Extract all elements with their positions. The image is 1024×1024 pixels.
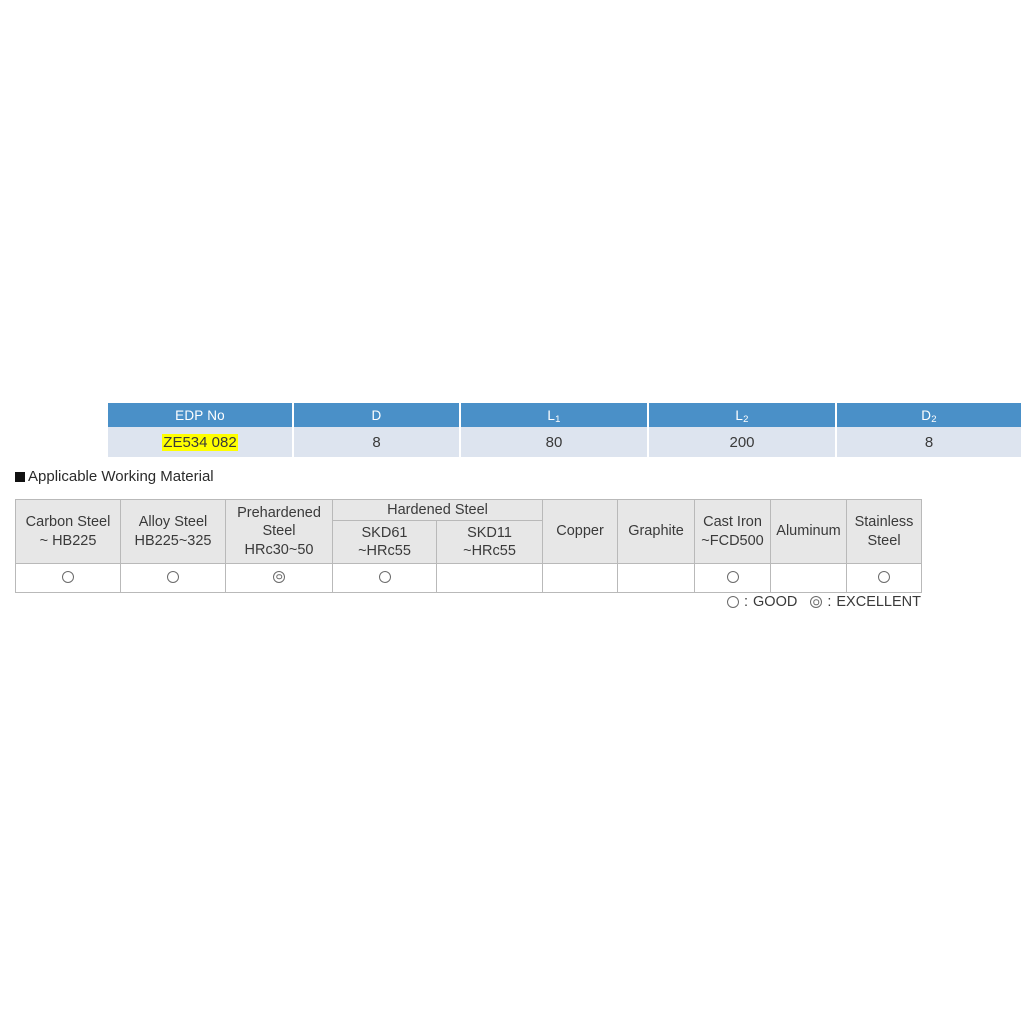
rating-cell-carbon-steel (15, 563, 121, 593)
rating-cell-graphite (617, 563, 696, 593)
material-section-heading: Applicable Working Material (15, 468, 214, 485)
legend-excellent-label: EXCELLENT (836, 594, 921, 610)
circle-outline-icon (62, 570, 74, 583)
spec-header-d2-sub: 2 (931, 413, 937, 425)
aluminum-line1: Aluminum (776, 523, 841, 540)
legend-excellent: : EXCELLENT (810, 594, 921, 610)
material-header-graphite: Graphite (617, 499, 696, 564)
applicable-working-material-table: Carbon Steel ~ HB225 Alloy Steel HB225~3… (15, 499, 923, 593)
circle-outline-icon (878, 570, 891, 583)
skd11-line1: SKD11 (467, 524, 512, 541)
material-header-copper: Copper (542, 499, 619, 564)
spec-header-l1-label: L (547, 407, 556, 423)
prehardened-steel-line3: HRc30~50 (244, 541, 314, 558)
material-header-aluminum: Aluminum (770, 499, 848, 564)
material-header-skd61: SKD61 ~HRc55 (332, 520, 437, 564)
material-header-carbon-steel: Carbon Steel ~ HB225 (15, 499, 121, 564)
stainless-steel-line1: Stainless (854, 514, 914, 531)
material-header-stainless-steel: Stainless Steel (846, 499, 923, 564)
circle-outline-icon (726, 570, 739, 583)
material-header-hardened-steel-group: Hardened Steel (331, 499, 544, 521)
material-section-heading-label: Applicable Working Material (28, 468, 214, 485)
prehardened-steel-line2: Steel (262, 523, 296, 540)
double-circle-icon (273, 570, 285, 583)
legend-excellent-separator: : (827, 594, 832, 610)
spec-cell-l2: 200 (648, 427, 837, 457)
spec-header-d2-label: D (921, 407, 932, 423)
prehardened-steel-line1: Prehardened (237, 505, 321, 522)
copper-line1: Copper (556, 523, 604, 540)
spec-table-header-row: EDP No D L1 L2 D2 (108, 403, 1021, 427)
rating-cell-cast-iron (694, 563, 772, 593)
spec-cell-d2: 8 (836, 427, 1021, 457)
carbon-steel-line2: ~ HB225 (39, 532, 97, 549)
spec-header-d-label: D (371, 407, 382, 423)
circle-outline-icon (167, 570, 179, 583)
rating-cell-skd11 (435, 563, 544, 593)
cast-iron-line2: ~FCD500 (701, 532, 764, 549)
spec-cell-d: 8 (293, 427, 461, 457)
carbon-steel-line1: Carbon Steel (25, 514, 111, 531)
spec-header-d: D (293, 403, 461, 427)
rating-legend: : GOOD : EXCELLENT (727, 594, 921, 610)
spec-cell-l1: 80 (460, 427, 649, 457)
rating-cell-aluminum (770, 563, 848, 593)
filled-square-bullet-icon (15, 471, 25, 482)
spec-header-l2: L2 (648, 403, 837, 427)
rating-cell-skd61 (332, 563, 437, 593)
alloy-steel-line1: Alloy Steel (138, 514, 208, 531)
spec-header-l2-label: L (735, 407, 744, 423)
alloy-steel-line2: HB225~325 (134, 532, 212, 549)
skd61-line1: SKD61 (361, 524, 408, 541)
cast-iron-line1: Cast Iron (703, 514, 762, 531)
material-rating-row (15, 563, 923, 593)
circle-outline-icon (378, 570, 391, 583)
spec-table-row: ZE534 082 8 80 200 8 (108, 427, 1021, 457)
rating-cell-alloy-steel (120, 563, 226, 593)
material-header-skd11: SKD11 ~HRc55 (435, 520, 544, 564)
double-circle-icon (810, 596, 823, 608)
specification-table: EDP No D L1 L2 D2 ZE534 082 8 80 200 8 (108, 403, 1021, 457)
spec-header-l1: L1 (460, 403, 649, 427)
skd11-line2: ~HRc55 (463, 543, 516, 559)
material-header-row-top: Carbon Steel ~ HB225 Alloy Steel HB225~3… (15, 499, 923, 564)
material-header-prehardened-steel: Prehardened Steel HRc30~50 (225, 499, 333, 564)
spec-header-l2-sub: 2 (743, 413, 749, 425)
material-header-cast-iron: Cast Iron ~FCD500 (694, 499, 772, 564)
rating-cell-stainless-steel (846, 563, 923, 593)
legend-good-label: GOOD (753, 594, 798, 610)
stainless-steel-line2: Steel (867, 532, 901, 549)
edp-no-value-highlighted: ZE534 082 (162, 433, 238, 451)
circle-outline-icon (727, 596, 739, 608)
skd61-line2: ~HRc55 (358, 543, 411, 559)
spec-header-l1-sub: 1 (555, 413, 561, 425)
spec-cell-edp-no: ZE534 082 (108, 427, 294, 457)
legend-good-separator: : (744, 594, 749, 610)
rating-cell-copper (542, 563, 619, 593)
graphite-line1: Graphite (628, 523, 684, 540)
legend-good: : GOOD (727, 594, 797, 610)
spec-header-edp-no-label: EDP No (175, 407, 225, 423)
spec-header-edp-no: EDP No (108, 403, 294, 427)
spec-header-d2: D2 (836, 403, 1021, 427)
material-header-alloy-steel: Alloy Steel HB225~325 (120, 499, 226, 564)
rating-cell-prehardened-steel (225, 563, 333, 593)
